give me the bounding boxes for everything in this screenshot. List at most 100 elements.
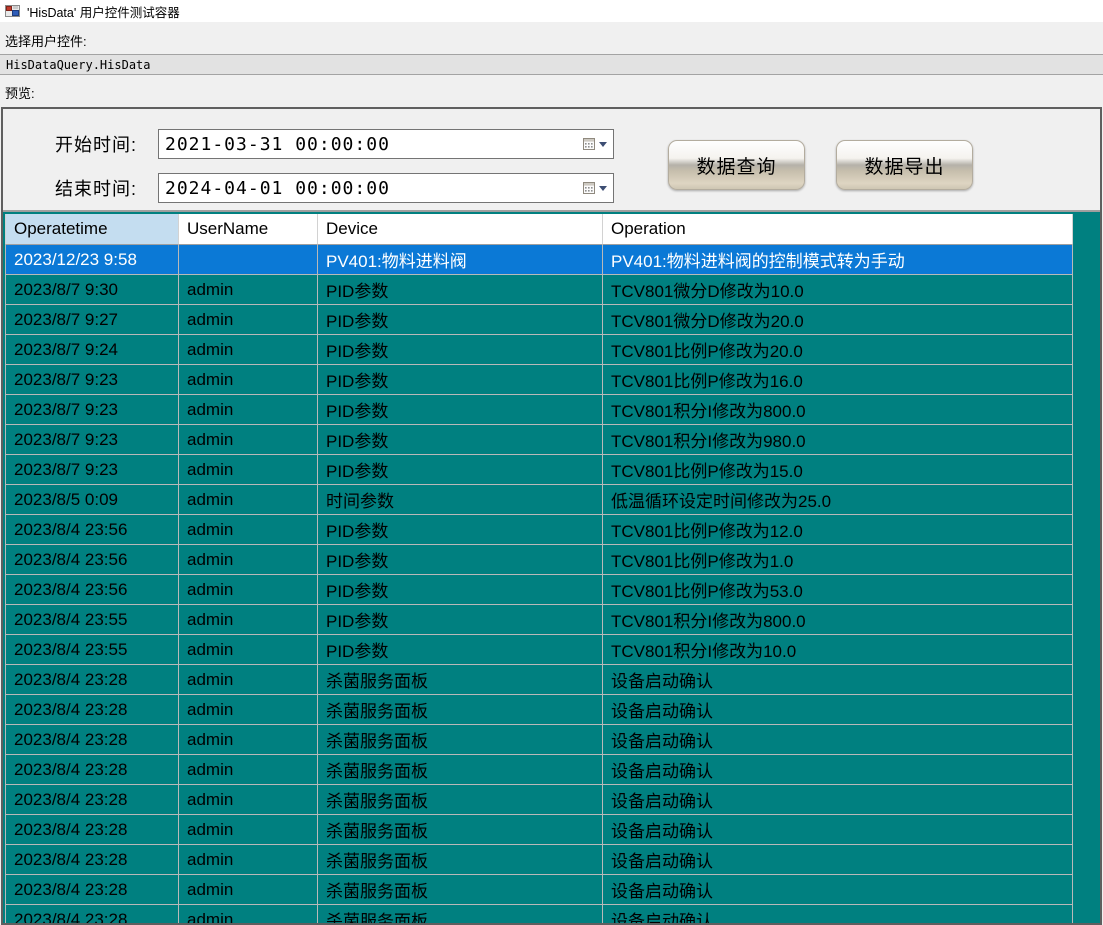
table-cell: admin: [179, 395, 318, 425]
table-cell: PID参数: [318, 395, 603, 425]
table-row[interactable]: 2023/8/7 9:30adminPID参数TCV801微分D修改为10.0: [5, 275, 1073, 305]
table-cell: 杀菌服务面板: [318, 905, 603, 923]
table-cell: 杀菌服务面板: [318, 785, 603, 815]
table-cell: 设备启动确认: [603, 665, 1073, 695]
table-row[interactable]: 2023/8/4 23:55adminPID参数TCV801积分I修改为10.0: [5, 635, 1073, 665]
table-cell: TCV801微分D修改为20.0: [603, 305, 1073, 335]
table-cell: 2023/8/4 23:28: [5, 665, 179, 695]
column-header-operation[interactable]: Operation: [603, 214, 1073, 245]
start-time-dropdown-button[interactable]: [575, 130, 613, 158]
table-cell: TCV801微分D修改为10.0: [603, 275, 1073, 305]
table-cell: PID参数: [318, 575, 603, 605]
end-time-value: 2024-04-01 00:00:00: [159, 178, 575, 199]
table-row[interactable]: 2023/8/4 23:28admin杀菌服务面板设备启动确认: [5, 665, 1073, 695]
table-cell: 2023/8/4 23:56: [5, 575, 179, 605]
table-cell: 2023/8/4 23:28: [5, 815, 179, 845]
table-row[interactable]: 2023/8/4 23:28admin杀菌服务面板设备启动确认: [5, 755, 1073, 785]
grid-table: OperatetimeUserNameDeviceOperation2023/1…: [5, 214, 1073, 923]
table-cell: 杀菌服务面板: [318, 815, 603, 845]
column-header-username[interactable]: UserName: [179, 214, 318, 245]
table-cell: admin: [179, 755, 318, 785]
table-row[interactable]: 2023/8/7 9:23adminPID参数TCV801比例P修改为15.0: [5, 455, 1073, 485]
table-cell: 2023/8/4 23:28: [5, 785, 179, 815]
table-row[interactable]: 2023/8/4 23:28admin杀菌服务面板设备启动确认: [5, 875, 1073, 905]
preview-panel: 开始时间: 2021-03-31 00:00:00 结束时间: 2024-04-…: [1, 107, 1102, 925]
table-row[interactable]: 2023/8/7 9:23adminPID参数TCV801积分I修改为980.0: [5, 425, 1073, 455]
table-cell: 杀菌服务面板: [318, 755, 603, 785]
column-header-device[interactable]: Device: [318, 214, 603, 245]
table-row[interactable]: 2023/8/4 23:28admin杀菌服务面板设备启动确认: [5, 815, 1073, 845]
table-cell: admin: [179, 275, 318, 305]
preview-label: 预览:: [5, 83, 35, 102]
title-bar: 'HisData' 用户控件测试容器: [0, 0, 1103, 22]
table-cell: admin: [179, 905, 318, 923]
table-cell: admin: [179, 335, 318, 365]
table-row[interactable]: 2023/8/7 9:23adminPID参数TCV801积分I修改为800.0: [5, 395, 1073, 425]
table-row[interactable]: 2023/12/23 9:58PV401:物料进料阀PV401:物料进料阀的控制…: [5, 245, 1073, 275]
table-cell: 杀菌服务面板: [318, 875, 603, 905]
table-row[interactable]: 2023/8/4 23:55adminPID参数TCV801积分I修改为800.…: [5, 605, 1073, 635]
table-cell: 杀菌服务面板: [318, 725, 603, 755]
data-export-button[interactable]: 数据导出: [836, 140, 973, 190]
table-cell: admin: [179, 605, 318, 635]
table-cell: 杀菌服务面板: [318, 845, 603, 875]
table-cell: 2023/8/4 23:28: [5, 905, 179, 923]
table-cell: TCV801积分I修改为800.0: [603, 395, 1073, 425]
table-cell: TCV801积分I修改为980.0: [603, 425, 1073, 455]
calendar-icon: [582, 137, 596, 151]
select-control-label: 选择用户控件:: [5, 31, 87, 50]
control-combobox[interactable]: HisDataQuery.HisData: [0, 54, 1103, 75]
table-row[interactable]: 2023/8/4 23:28admin杀菌服务面板设备启动确认: [5, 845, 1073, 875]
table-cell: 杀菌服务面板: [318, 695, 603, 725]
table-row[interactable]: 2023/8/4 23:28admin杀菌服务面板设备启动确认: [5, 725, 1073, 755]
table-row[interactable]: 2023/8/4 23:56adminPID参数TCV801比例P修改为1.0: [5, 545, 1073, 575]
history-data-grid: OperatetimeUserNameDeviceOperation2023/1…: [3, 211, 1100, 923]
table-cell: 2023/8/7 9:30: [5, 275, 179, 305]
table-cell: 设备启动确认: [603, 905, 1073, 923]
table-cell: TCV801比例P修改为20.0: [603, 335, 1073, 365]
table-row[interactable]: 2023/8/7 9:24adminPID参数TCV801比例P修改为20.0: [5, 335, 1073, 365]
table-cell: admin: [179, 875, 318, 905]
app-icon: [5, 5, 21, 18]
table-cell: 2023/8/4 23:55: [5, 605, 179, 635]
table-cell: admin: [179, 425, 318, 455]
data-query-button[interactable]: 数据查询: [668, 140, 805, 190]
window-title: 'HisData' 用户控件测试容器: [27, 2, 180, 21]
table-row[interactable]: 2023/8/4 23:28admin杀菌服务面板设备启动确认: [5, 785, 1073, 815]
table-cell: 2023/8/5 0:09: [5, 485, 179, 515]
column-header-operatetime[interactable]: Operatetime: [5, 214, 179, 245]
table-row[interactable]: 2023/8/5 0:09admin时间参数低温循环设定时间修改为25.0: [5, 485, 1073, 515]
table-cell: admin: [179, 545, 318, 575]
grid-header-row: OperatetimeUserNameDeviceOperation: [5, 214, 1073, 245]
table-cell: admin: [179, 785, 318, 815]
table-row[interactable]: 2023/8/7 9:23adminPID参数TCV801比例P修改为16.0: [5, 365, 1073, 395]
table-cell: admin: [179, 635, 318, 665]
table-row[interactable]: 2023/8/7 9:27adminPID参数TCV801微分D修改为20.0: [5, 305, 1073, 335]
table-cell: 设备启动确认: [603, 725, 1073, 755]
end-time-dropdown-button[interactable]: [575, 174, 613, 202]
table-cell: 2023/8/7 9:23: [5, 395, 179, 425]
start-time-picker[interactable]: 2021-03-31 00:00:00: [158, 129, 614, 159]
app-icon-tile: [13, 6, 18, 9]
table-cell: [179, 245, 318, 275]
table-cell: PID参数: [318, 365, 603, 395]
chevron-down-icon: [599, 142, 607, 147]
table-cell: PID参数: [318, 305, 603, 335]
table-cell: 时间参数: [318, 485, 603, 515]
end-time-picker[interactable]: 2024-04-01 00:00:00: [158, 173, 614, 203]
start-time-label: 开始时间:: [55, 131, 137, 157]
table-row[interactable]: 2023/8/4 23:28admin杀菌服务面板设备启动确认: [5, 695, 1073, 725]
table-cell: TCV801比例P修改为12.0: [603, 515, 1073, 545]
table-row[interactable]: 2023/8/4 23:28admin杀菌服务面板设备启动确认: [5, 905, 1073, 923]
table-cell: admin: [179, 725, 318, 755]
table-cell: PID参数: [318, 635, 603, 665]
table-cell: 2023/8/7 9:23: [5, 425, 179, 455]
table-cell: admin: [179, 815, 318, 845]
table-cell: admin: [179, 515, 318, 545]
table-cell: 2023/12/23 9:58: [5, 245, 179, 275]
table-cell: PID参数: [318, 275, 603, 305]
table-row[interactable]: 2023/8/4 23:56adminPID参数TCV801比例P修改为12.0: [5, 515, 1073, 545]
table-cell: PV401:物料进料阀的控制模式转为手动: [603, 245, 1073, 275]
table-row[interactable]: 2023/8/4 23:56adminPID参数TCV801比例P修改为53.0: [5, 575, 1073, 605]
table-cell: 2023/8/4 23:55: [5, 635, 179, 665]
